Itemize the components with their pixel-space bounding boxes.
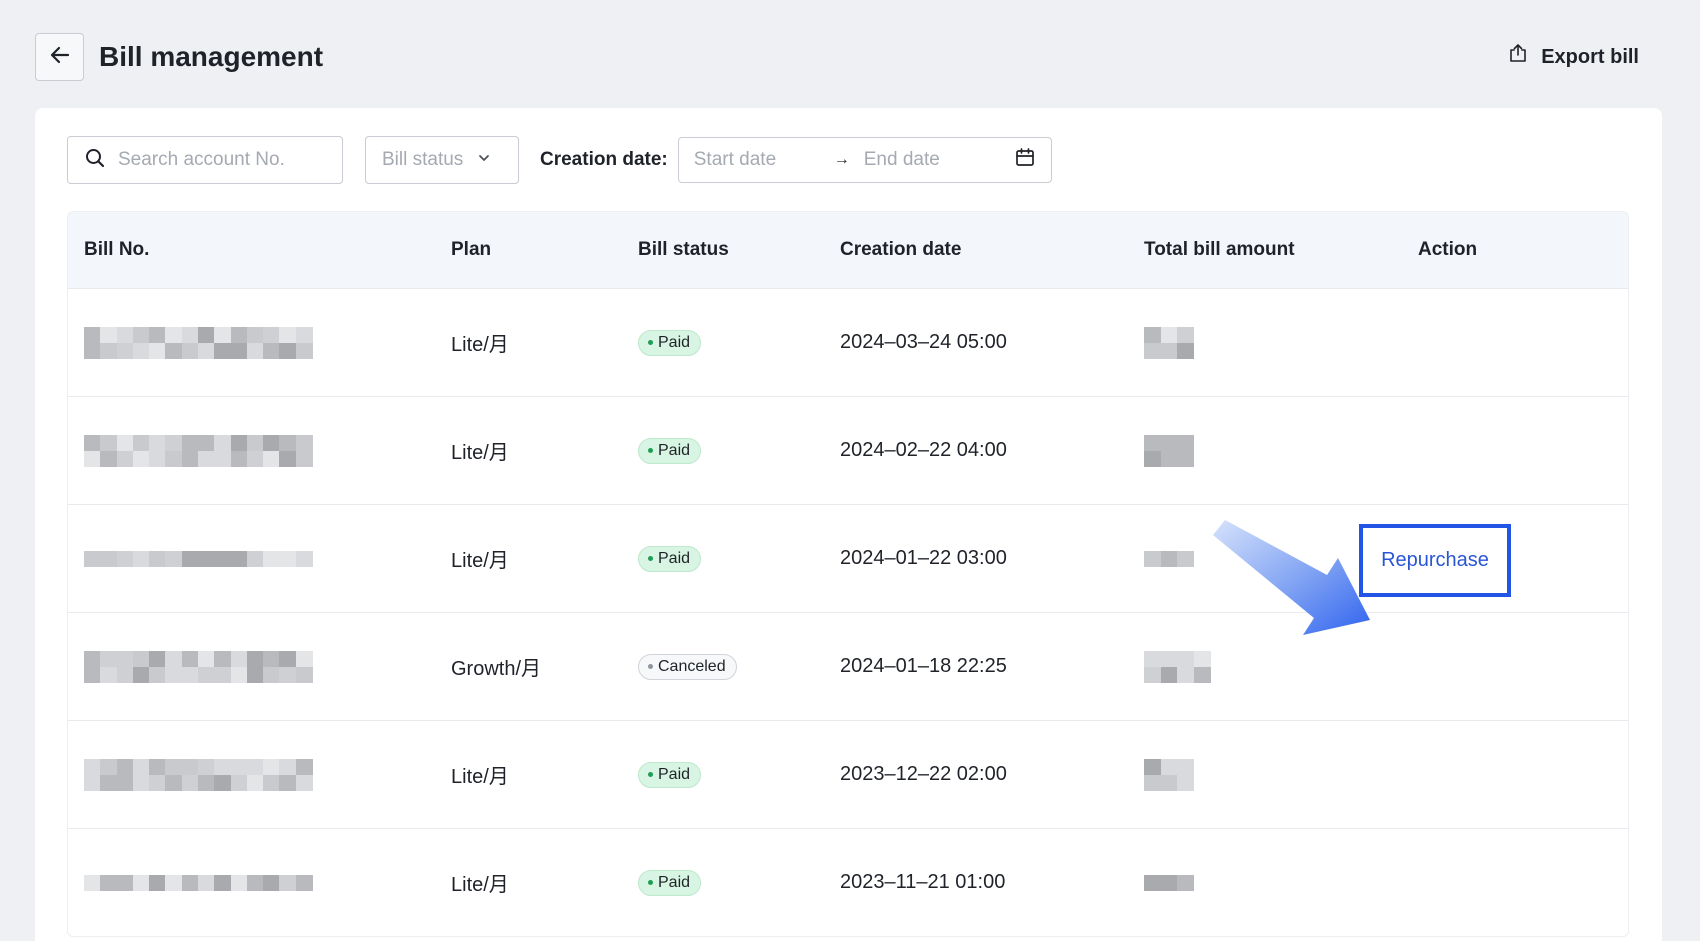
amount-redacted [1144, 829, 1195, 936]
amount-redacted [1144, 613, 1211, 720]
amount-redacted [1144, 505, 1195, 612]
status-badge: Paid [638, 437, 702, 464]
search-field[interactable] [67, 136, 343, 184]
column-header-creation-date: Creation date [840, 239, 962, 260]
status-cell: Canceled [638, 613, 737, 720]
status-badge: Paid [638, 761, 702, 788]
page-title: Bill management [99, 41, 324, 72]
status-cell: Paid [638, 289, 702, 396]
repurchase-link[interactable]: Repurchase [1359, 524, 1511, 597]
bill-no-redacted [84, 613, 313, 720]
export-icon [1507, 42, 1529, 72]
bill-no-redacted [84, 397, 313, 504]
status-badge: Paid [638, 545, 702, 572]
date-range-picker[interactable]: Start date → End date [677, 137, 1052, 183]
column-header-plan: Plan [451, 239, 492, 260]
amount-redacted [1144, 397, 1195, 504]
date-cell: 2023–11–21 01:00 [840, 871, 1006, 893]
plan-cell: Lite/月 [451, 442, 509, 464]
table-row: Lite/月 Paid 2024–02–22 04:00 [68, 396, 1628, 504]
pointer-arrow-icon [1213, 520, 1370, 635]
status-cell: Paid [638, 829, 702, 936]
calendar-icon[interactable] [1014, 146, 1036, 174]
date-cell: 2024–01–22 03:00 [840, 547, 1007, 569]
date-cell: 2024–03–24 05:00 [840, 331, 1007, 353]
bill-no-redacted [84, 721, 313, 828]
creation-date-label: Creation date: [540, 149, 668, 170]
column-header-bill-no: Bill No. [84, 239, 150, 260]
status-badge: Paid [638, 329, 702, 356]
bill-status-select[interactable]: Bill status [365, 136, 519, 184]
status-badge: Canceled [638, 653, 737, 680]
status-cell: Paid [638, 505, 702, 612]
bill-status-placeholder: Bill status [382, 149, 464, 170]
plan-cell: Lite/月 [451, 550, 509, 572]
table-header: Bill No. Plan Bill status Creation date … [68, 212, 1628, 288]
chevron-down-icon [477, 149, 491, 171]
plan-cell: Lite/月 [451, 766, 509, 788]
bill-no-redacted [84, 829, 313, 936]
status-badge: Paid [638, 869, 702, 896]
status-cell: Paid [638, 397, 702, 504]
end-date-input[interactable]: End date [864, 149, 1014, 171]
search-icon [84, 147, 106, 174]
plan-cell: Lite/月 [451, 334, 509, 356]
amount-redacted [1144, 721, 1195, 828]
back-button[interactable] [35, 33, 84, 81]
start-date-input[interactable]: Start date [694, 149, 834, 171]
plan-cell: Lite/月 [451, 874, 509, 896]
export-bill-label: Export bill [1541, 46, 1639, 68]
table-row: Lite/月 Paid 2024–03–24 05:00 [68, 288, 1628, 396]
table-row: Growth/月 Canceled 2024–01–18 22:25 [68, 612, 1628, 720]
range-separator: → [833, 151, 850, 168]
amount-redacted [1144, 289, 1195, 396]
date-cell: 2023–12–22 02:00 [840, 763, 1007, 785]
date-cell: 2024–02–22 04:00 [840, 439, 1007, 461]
plan-cell: Growth/月 [451, 658, 542, 680]
bill-no-redacted [84, 505, 313, 612]
bill-no-redacted [84, 289, 313, 396]
column-header-bill-status: Bill status [638, 239, 729, 260]
search-input[interactable] [118, 149, 318, 171]
status-cell: Paid [638, 721, 702, 828]
date-cell: 2024–01–18 22:25 [840, 655, 1007, 677]
export-bill-button[interactable]: Export bill [1507, 42, 1639, 72]
table-row: Lite/月 Paid 2023–12–22 02:00 [68, 720, 1628, 828]
table-row: Lite/月 Paid 2023–11–21 01:00 [68, 828, 1628, 936]
arrow-left-icon [48, 43, 72, 72]
column-header-action: Action [1418, 239, 1478, 260]
column-header-total-amount: Total bill amount [1144, 239, 1295, 260]
filter-bar: Bill status Creation date: Start date → … [67, 136, 1052, 184]
